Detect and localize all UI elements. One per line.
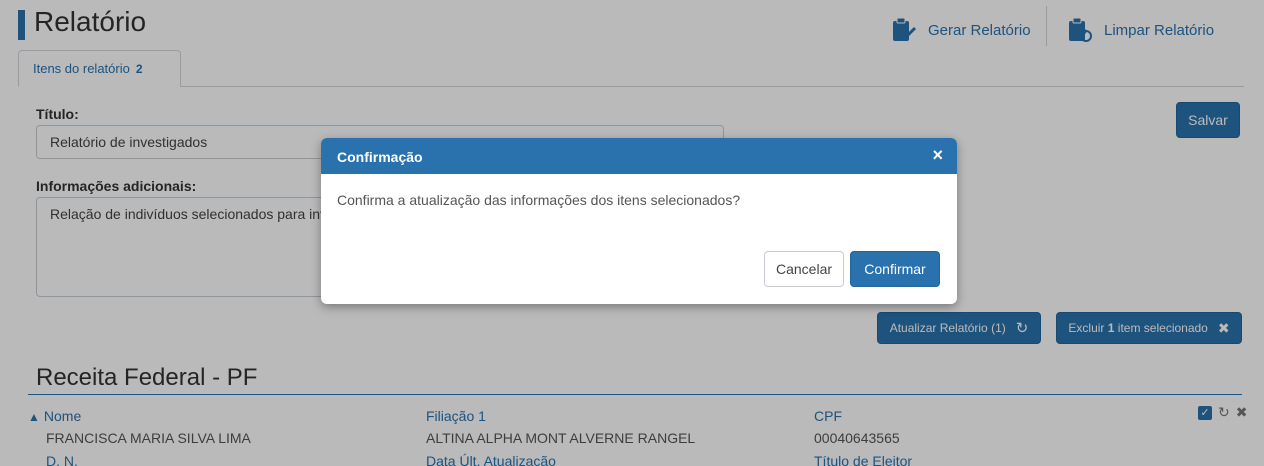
confirm-button[interactable]: Confirmar <box>850 251 940 287</box>
cancel-button[interactable]: Cancelar <box>764 251 844 287</box>
dialog-message: Confirma a atualização das informações d… <box>337 192 741 208</box>
dialog-close-icon[interactable]: × <box>932 145 943 166</box>
report-page: Relatório Gerar Relatório Limpar Relatór… <box>0 0 1264 466</box>
confirmation-dialog: Confirmação × Confirma a atualização das… <box>321 138 957 304</box>
dialog-header: Confirmação × <box>321 138 957 174</box>
dialog-title: Confirmação <box>337 149 423 165</box>
